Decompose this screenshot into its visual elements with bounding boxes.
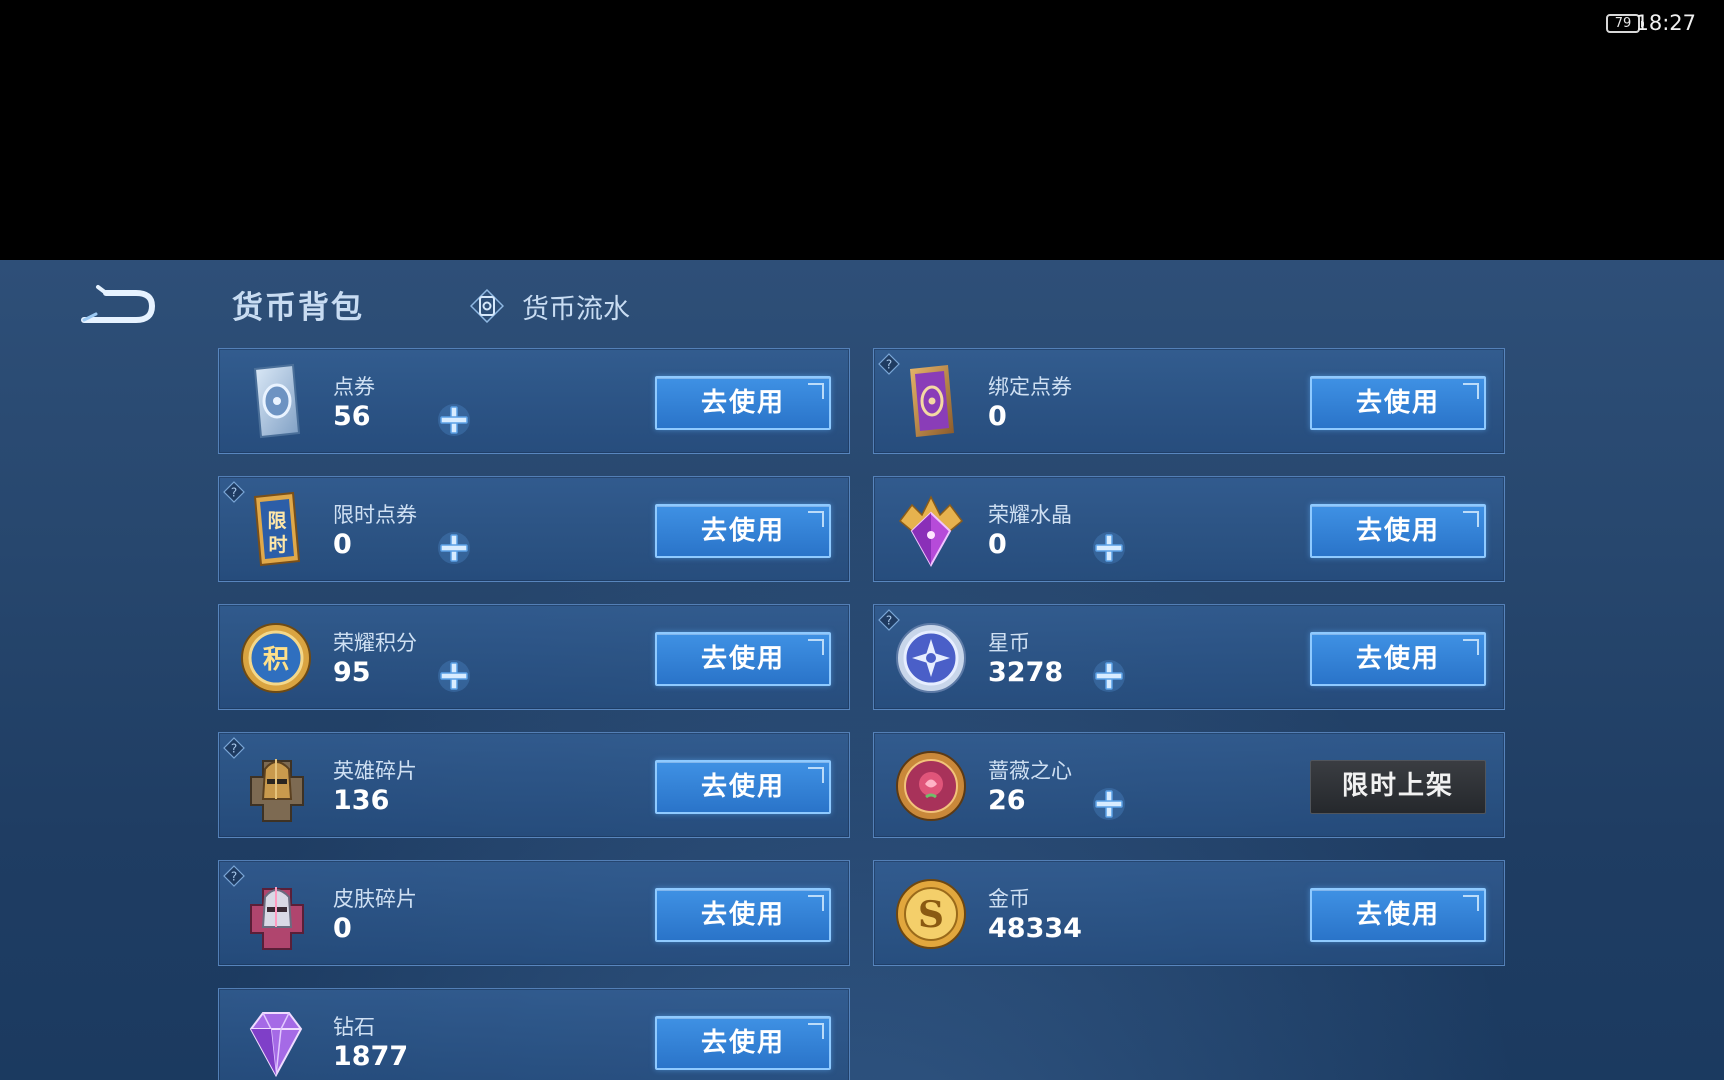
limited-coupon-icon: 限 时 (253, 491, 301, 567)
currency-value: 3278 (988, 657, 1064, 688)
svg-text:时: 时 (268, 534, 287, 556)
star-coin-icon (896, 623, 966, 693)
status-clock: 18:27 (1635, 11, 1696, 35)
currency-value: 0 (988, 401, 1007, 432)
currency-name: 蔷薇之心 (988, 759, 1072, 783)
use-skin-fragment-button[interactable]: 去使用 (655, 888, 831, 942)
currency-flow-label: 货币流水 (522, 293, 630, 325)
use-glory-crystal-button[interactable]: 去使用 (1310, 504, 1486, 558)
add-limited-coupon-plus-icon[interactable] (435, 529, 473, 567)
currency-value: 56 (333, 401, 371, 432)
skin-fragment-icon (250, 887, 304, 950)
currency-value: 1877 (333, 1041, 409, 1072)
currency-value: 48334 (988, 913, 1082, 944)
use-star-coin-button[interactable]: 去使用 (1310, 632, 1486, 686)
currency-card-hero-fragment: 英雄碎片 136 去使用 (218, 732, 850, 838)
gold-coin-icon: S (896, 879, 966, 949)
currency-name: 钻石 (333, 1015, 375, 1039)
back-arrow-icon (81, 285, 156, 323)
currency-value: 0 (333, 529, 352, 560)
currency-name: 荣耀水晶 (988, 503, 1072, 527)
currency-name: 皮肤碎片 (333, 887, 417, 911)
currency-name: 金币 (988, 887, 1030, 911)
currency-name: 限时点券 (333, 503, 417, 527)
glory-points-icon: 积 (241, 623, 311, 693)
limited-listing-button[interactable]: 限时上架 (1310, 760, 1486, 814)
glory-crystal-icon (898, 495, 964, 568)
currency-flow-tab[interactable]: 货币流水 (470, 286, 630, 326)
svg-text:S: S (918, 894, 944, 936)
hero-fragment-icon (250, 759, 304, 822)
currency-card-star-coin: 星币 3278 去使用 (873, 604, 1505, 710)
add-coupon-plus-icon[interactable] (435, 401, 473, 439)
currency-card-diamond: 钻石 1877 去使用 (218, 988, 850, 1080)
currency-card-skin-fragment: 皮肤碎片 0 去使用 (218, 860, 850, 966)
currency-card-glory-points: 积 荣耀积分 95 去使用 (218, 604, 850, 710)
add-star-coin-plus-icon[interactable] (1090, 657, 1128, 695)
use-glory-points-button[interactable]: 去使用 (655, 632, 831, 686)
currency-value: 95 (333, 657, 371, 688)
currency-card-bound-coupon: 绑定点券 0 去使用 (873, 348, 1505, 454)
currency-name: 绑定点券 (988, 375, 1072, 399)
system-status-bar: 79 18:27 (0, 0, 1724, 260)
currency-value: 0 (333, 913, 352, 944)
currency-card-glory-crystal: 荣耀水晶 0 去使用 (873, 476, 1505, 582)
currency-name: 点券 (333, 375, 375, 399)
page-title: 货币背包 (232, 290, 364, 326)
diamond-icon (249, 1012, 303, 1078)
add-glory-points-plus-icon[interactable] (435, 657, 473, 695)
use-diamond-button[interactable]: 去使用 (655, 1016, 831, 1070)
currency-name: 英雄碎片 (333, 759, 417, 783)
use-hero-fragment-button[interactable]: 去使用 (655, 760, 831, 814)
rose-heart-icon (896, 751, 966, 821)
currency-value: 0 (988, 529, 1007, 560)
svg-text:积: 积 (263, 645, 289, 675)
currency-card-limited-coupon: 限 时 限时点券 0 去使用 (218, 476, 850, 582)
currency-card-gold-coin: S 金币 48334 去使用 (873, 860, 1505, 966)
bound-coupon-icon (910, 365, 954, 437)
use-limited-coupon-button[interactable]: 去使用 (655, 504, 831, 558)
use-gold-coin-button[interactable]: 去使用 (1310, 888, 1486, 942)
coupon-flow-icon (470, 289, 504, 323)
currency-card-rose-heart: 蔷薇之心 26 限时上架 (873, 732, 1505, 838)
use-coupon-button[interactable]: 去使用 (655, 376, 831, 430)
back-button[interactable] (76, 284, 156, 330)
currency-bag-screen: 货币背包 货币流水 点券 56 去使用 绑定点券 0 去使用 限 时 限时点券 … (0, 260, 1724, 1080)
use-bound-coupon-button[interactable]: 去使用 (1310, 376, 1486, 430)
currency-card-coupon: 点券 56 去使用 (218, 348, 850, 454)
add-glory-crystal-plus-icon[interactable] (1090, 529, 1128, 567)
coupon-icon (253, 363, 301, 439)
add-rose-heart-plus-icon[interactable] (1090, 785, 1128, 823)
currency-value: 26 (988, 785, 1026, 816)
currency-name: 星币 (988, 631, 1030, 655)
currency-value: 136 (333, 785, 390, 816)
svg-text:限: 限 (267, 510, 286, 532)
currency-name: 荣耀积分 (333, 631, 417, 655)
